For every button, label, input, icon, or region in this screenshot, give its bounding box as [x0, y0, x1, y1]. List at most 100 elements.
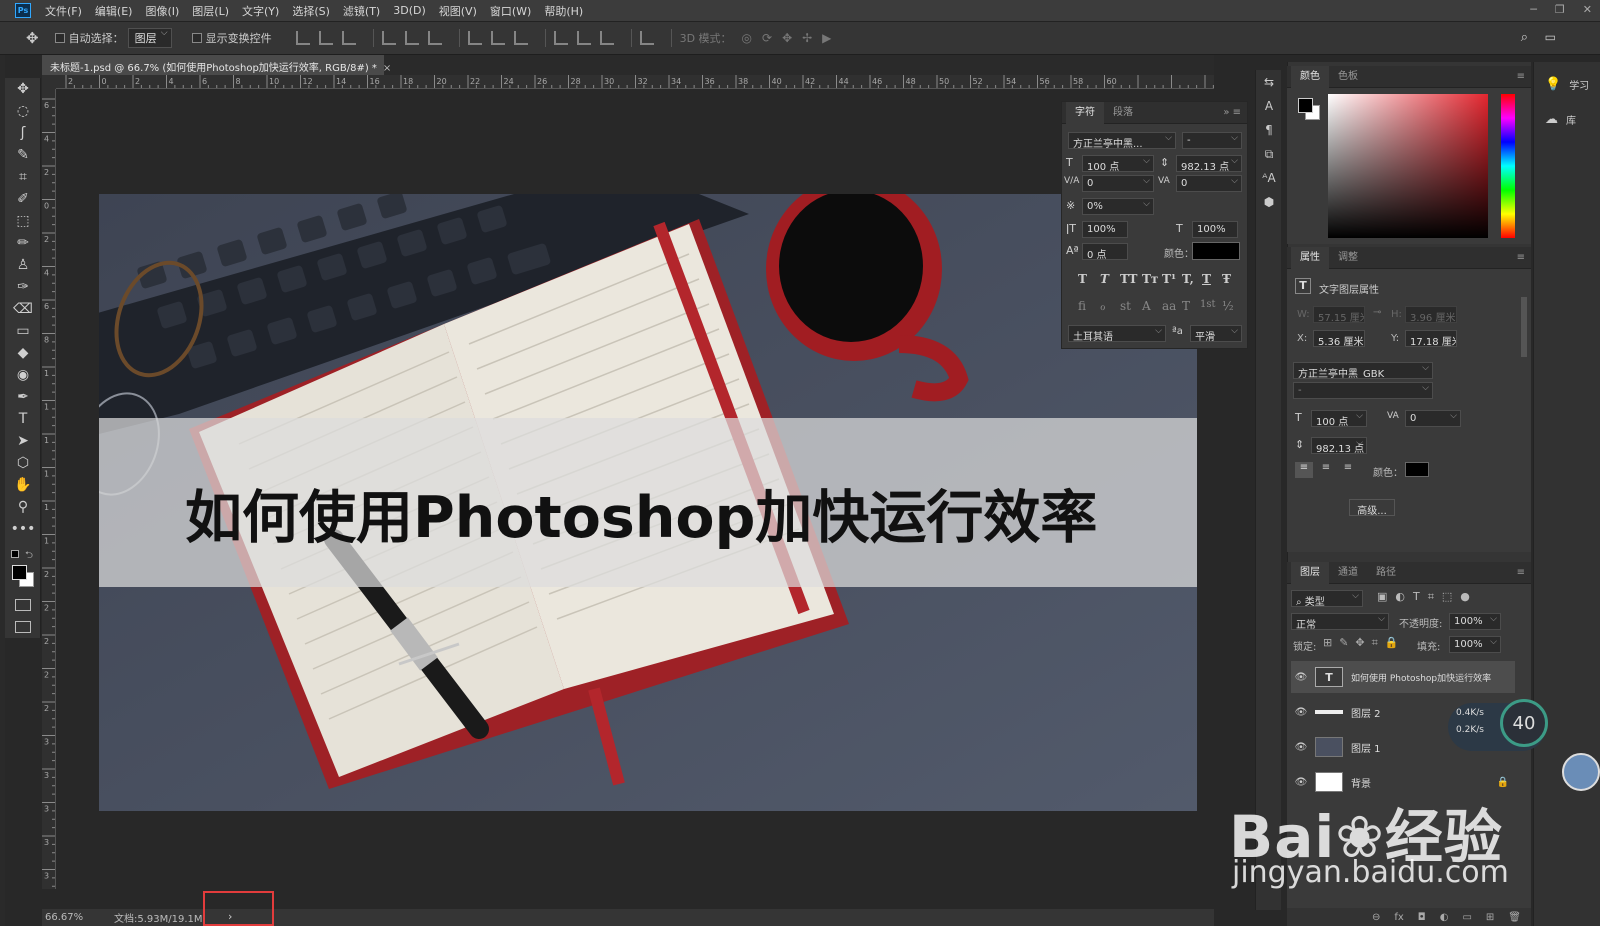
properties-color-swatch[interactable]: [1405, 462, 1429, 477]
vertical-ruler[interactable]: 6 4 2 0 2 4 6 8 1 1 1 1 1 1 2 2 2 2 2 3 3 3 3 3: [42, 89, 56, 889]
gradient-tool-icon[interactable]: ▭: [5, 320, 41, 342]
hand-tool-icon[interactable]: ✋: [5, 474, 41, 496]
superscript-icon[interactable]: T¹: [1162, 272, 1176, 286]
link-layers-icon[interactable]: ⊖: [1372, 912, 1380, 923]
dodge-tool-icon[interactable]: ◉: [5, 364, 41, 386]
swash-icon[interactable]: A: [1142, 299, 1151, 313]
swap-colors-icon[interactable]: ⮌: [25, 548, 33, 565]
paragraph-panel-icon[interactable]: ¶: [1256, 118, 1282, 142]
character-styles-icon[interactable]: ᴬA: [1256, 166, 1282, 190]
blend-mode-select[interactable]: 正常: [1291, 613, 1389, 630]
antialias-select[interactable]: 平滑: [1190, 325, 1242, 342]
baseline-shift-field[interactable]: 0 点: [1082, 243, 1128, 260]
history-brush-tool-icon[interactable]: ✑: [5, 276, 41, 298]
x-position-field[interactable]: 5.36 厘米: [1313, 330, 1365, 347]
crop-tool-icon[interactable]: ⌗: [5, 166, 41, 188]
menu-select[interactable]: 选择(S): [292, 3, 330, 19]
link-icon[interactable]: ⊸: [1373, 307, 1381, 318]
ordinals-icon[interactable]: 1st: [1200, 299, 1216, 310]
learn-panel-button[interactable]: 💡 学习: [1545, 77, 1589, 92]
visibility-eye-icon[interactable]: 👁: [1291, 777, 1311, 788]
align-right-icon[interactable]: [427, 31, 442, 45]
menu-image[interactable]: 图像(I): [145, 3, 179, 19]
quick-mask-icon[interactable]: [15, 599, 31, 611]
tab-layers[interactable]: 图层: [1291, 561, 1329, 584]
avatar[interactable]: [1562, 753, 1600, 791]
align-right-text-icon[interactable]: ≡: [1339, 462, 1357, 478]
align-center-text-icon[interactable]: ≡: [1317, 462, 1335, 478]
tsume-field[interactable]: 0%: [1082, 198, 1154, 215]
font-size-field[interactable]: 100 点: [1082, 155, 1154, 172]
restore-icon[interactable]: ❐: [1555, 3, 1565, 16]
tab-adjustments[interactable]: 调整: [1329, 247, 1367, 269]
distribute-left-icon[interactable]: [553, 31, 568, 45]
menu-3d[interactable]: 3D(D): [393, 4, 426, 17]
eyedropper-tool-icon[interactable]: ✐: [5, 188, 41, 210]
brush-tool-icon[interactable]: ✏: [5, 232, 41, 254]
document-heading-text[interactable]: 如何使用Photoshop加快运行效率: [185, 472, 1097, 554]
character-panel-icon[interactable]: A: [1256, 94, 1282, 118]
auto-select-checkbox[interactable]: [54, 33, 65, 43]
menu-help[interactable]: 帮助(H): [544, 3, 583, 19]
width-field[interactable]: 57.15 厘米: [1313, 306, 1365, 323]
zoom-tool-icon[interactable]: ⚲: [5, 496, 41, 518]
path-select-tool-icon[interactable]: ➤: [5, 430, 41, 452]
properties-scrollbar[interactable]: [1521, 297, 1527, 357]
color-picker-field[interactable]: [1328, 94, 1488, 238]
status-menu-arrow-icon[interactable]: ›: [228, 910, 232, 923]
horizontal-ruler[interactable]: 2 0 2 4 6 8 10 12 14 16 18 20 22 24 26 28 30 32 34 36 38 40 42…: [56, 75, 1214, 89]
history-panel-icon[interactable]: ⇆: [1256, 70, 1282, 94]
vertical-scale-field[interactable]: 100%: [1082, 221, 1128, 238]
new-group-icon[interactable]: ▭: [1462, 912, 1471, 923]
font-style-select[interactable]: -: [1182, 132, 1242, 149]
menu-view[interactable]: 视图(V): [439, 3, 477, 19]
default-colors-icon[interactable]: [11, 550, 19, 558]
language-select[interactable]: 土耳其语: [1068, 325, 1166, 342]
underline-icon[interactable]: T: [1202, 272, 1211, 286]
ligature-icon[interactable]: fi: [1078, 299, 1086, 313]
panel-menu-icon[interactable]: ≡: [1517, 71, 1525, 82]
visibility-eye-icon[interactable]: 👁: [1291, 707, 1311, 718]
search-icon[interactable]: ⌕: [1521, 30, 1528, 45]
tab-swatches[interactable]: 色板: [1329, 66, 1367, 88]
properties-font-size-field[interactable]: 100 点: [1311, 410, 1367, 427]
properties-font-family-select[interactable]: 方正兰亭中黑_GBK: [1293, 362, 1433, 379]
strikethrough-icon[interactable]: Ŧ: [1222, 272, 1231, 286]
show-transform-checkbox[interactable]: [191, 33, 202, 43]
lock-icons[interactable]: ⊞✎✥⌗🔒: [1323, 636, 1406, 650]
stylistic-alternates-icon[interactable]: aa: [1162, 299, 1176, 313]
ruler-origin[interactable]: [42, 75, 56, 89]
align-hcenter-icon[interactable]: [404, 31, 419, 45]
adjustment-layer-icon[interactable]: ◐: [1440, 912, 1449, 923]
menu-type[interactable]: 文字(Y): [242, 3, 279, 19]
y-position-field[interactable]: 17.18 厘米: [1405, 330, 1457, 347]
auto-align-icon[interactable]: [639, 31, 654, 45]
minimize-icon[interactable]: ─: [1530, 3, 1537, 16]
add-mask-icon[interactable]: ◘: [1418, 912, 1426, 923]
distribute-hcenter-icon[interactable]: [576, 31, 591, 45]
old-style-icon[interactable]: ℴ: [1100, 299, 1106, 313]
paragraph-styles-icon[interactable]: ⧉: [1256, 142, 1282, 166]
text-color-swatch[interactable]: [1192, 242, 1240, 260]
shape-tool-icon[interactable]: ⬡: [5, 452, 41, 474]
tab-properties[interactable]: 属性: [1291, 246, 1329, 269]
fx-icon[interactable]: fx: [1394, 912, 1403, 923]
more-tools-icon[interactable]: •••: [5, 518, 41, 540]
panel-menu-icon[interactable]: ≡: [1517, 567, 1525, 578]
panel-menu-icon[interactable]: » ≡: [1223, 107, 1241, 118]
align-left-text-icon[interactable]: ≡: [1295, 462, 1313, 478]
tab-character[interactable]: 字符: [1066, 101, 1104, 124]
properties-tracking-field[interactable]: 0: [1405, 410, 1461, 427]
stamp-tool-icon[interactable]: ♙: [5, 254, 41, 276]
document-tab[interactable]: 未标题-1.psd @ 66.7% (如何使用Photoshop加快运行效率, …: [42, 55, 391, 75]
layer-filter-select[interactable]: ⌕ 类型: [1291, 590, 1363, 607]
healing-tool-icon[interactable]: ⬚: [5, 210, 41, 232]
height-field[interactable]: 3.96 厘米: [1405, 306, 1457, 323]
all-caps-icon[interactable]: TT: [1120, 272, 1137, 286]
screen-mode-icon[interactable]: [15, 621, 31, 633]
foreground-color-swatch[interactable]: [12, 565, 27, 580]
fill-field[interactable]: 100%: [1449, 636, 1501, 653]
trash-icon[interactable]: 🗑: [1508, 912, 1521, 923]
properties-font-style-select[interactable]: -: [1293, 382, 1433, 399]
font-family-select[interactable]: 方正兰亭中黑...: [1068, 132, 1176, 149]
